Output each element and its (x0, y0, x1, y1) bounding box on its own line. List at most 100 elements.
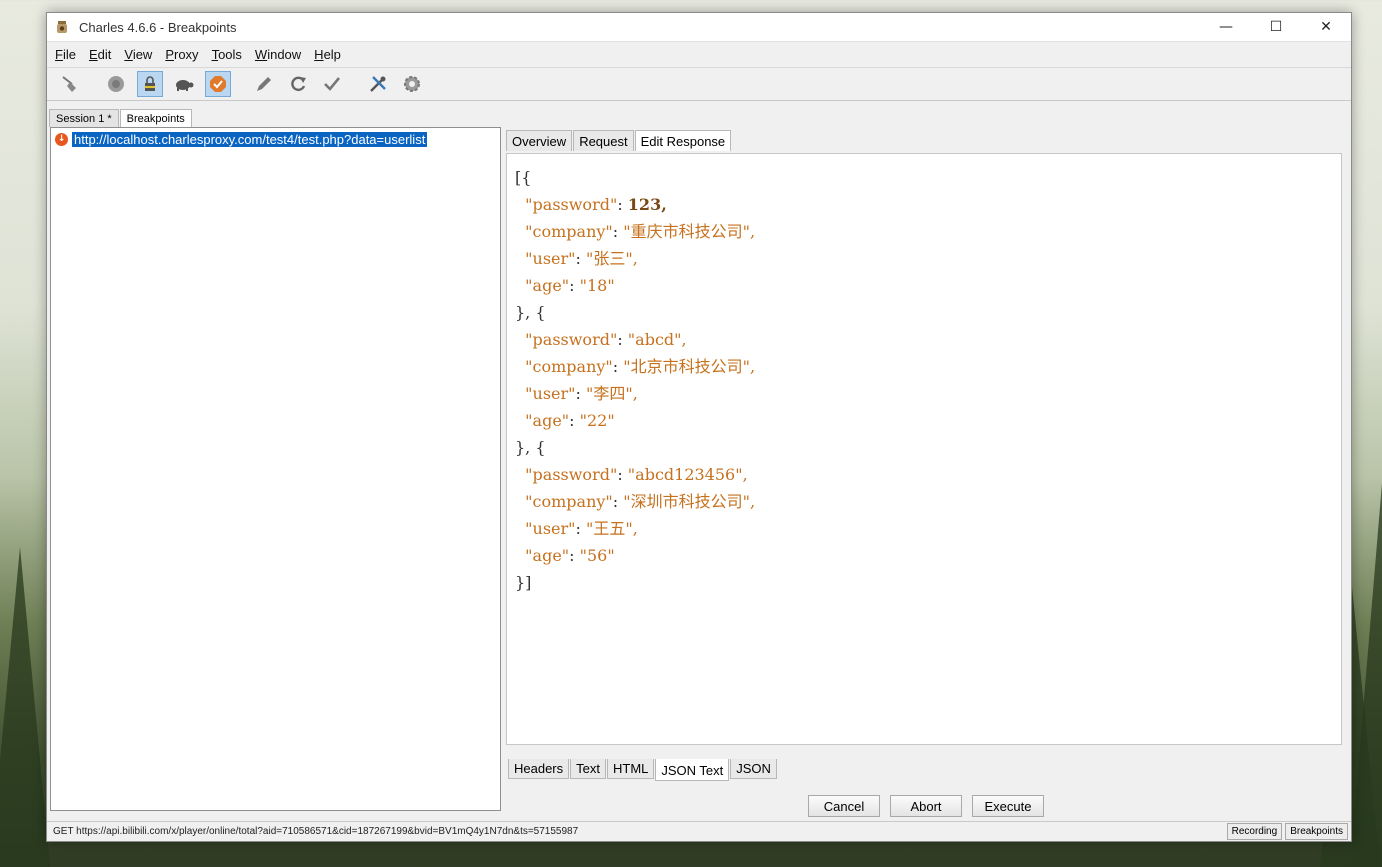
broom-icon[interactable] (57, 71, 83, 97)
response-editor-panel: Overview Request Edit Response [{ "passw… (504, 127, 1348, 817)
json-value: "56" (579, 546, 615, 565)
tab-json-text[interactable]: JSON Text (655, 759, 730, 781)
status-text: GET https://api.bilibili.com/x/player/on… (53, 826, 579, 837)
breakpoint-list-panel: ↓ http://localhost.charlesproxy.com/test… (50, 127, 501, 811)
json-key: "user" (525, 249, 576, 268)
json-colon: : (617, 465, 628, 484)
refresh-icon[interactable] (285, 71, 311, 97)
json-line: "age": "56" (515, 542, 1333, 569)
json-object-separator: }, { (515, 303, 546, 322)
menu-edit[interactable]: Edit (89, 47, 111, 62)
recording-status-button[interactable]: Recording (1226, 823, 1283, 840)
menu-help[interactable]: Help (314, 47, 341, 62)
tab-request[interactable]: Request (573, 130, 634, 151)
breakpoint-list-item[interactable]: ↓ http://localhost.charlesproxy.com/test… (51, 130, 500, 148)
tab-text[interactable]: Text (570, 759, 606, 779)
charles-jar-icon (55, 20, 69, 34)
json-value: "重庆市科技公司", (623, 222, 756, 241)
tools-icon[interactable] (365, 71, 391, 97)
json-line: "user": "李四", (515, 380, 1333, 407)
breakpoints-icon[interactable] (205, 71, 231, 97)
json-line: "company": "北京市科技公司", (515, 353, 1333, 380)
json-key: "company" (525, 357, 613, 376)
menu-file[interactable]: File (55, 47, 76, 62)
json-value: "王五", (586, 519, 638, 538)
window-controls: — ☐ ✕ (1201, 13, 1351, 41)
json-key: "age" (525, 276, 570, 295)
json-colon: : (612, 357, 624, 376)
breakpoints-status-button[interactable]: Breakpoints (1285, 823, 1348, 840)
json-key: "password" (525, 465, 618, 484)
json-key: "user" (525, 384, 576, 403)
menu-view[interactable]: View (124, 47, 152, 62)
json-colon: : (617, 330, 628, 349)
json-value: "张三", (586, 249, 638, 268)
check-icon[interactable] (319, 71, 345, 97)
json-key: "age" (525, 411, 570, 430)
throttle-lock-icon[interactable] (137, 71, 163, 97)
json-value: "深圳市科技公司", (623, 492, 756, 511)
json-line: "company": "重庆市科技公司", (515, 218, 1333, 245)
json-key: "age" (525, 546, 570, 565)
json-line: "user": "张三", (515, 245, 1333, 272)
json-line: "password": 123, (515, 191, 1333, 218)
json-colon: : (575, 384, 587, 403)
json-line: "user": "王五", (515, 515, 1333, 542)
json-colon: : (612, 222, 624, 241)
json-value: "22" (579, 411, 615, 430)
json-value: "abcd", (627, 330, 687, 349)
json-value: 123, (627, 195, 667, 214)
pen-icon[interactable] (251, 71, 277, 97)
json-colon: : (575, 519, 587, 538)
maximize-button[interactable]: ☐ (1251, 13, 1301, 41)
close-button[interactable]: ✕ (1301, 13, 1351, 41)
tab-session-1[interactable]: Session 1 * (49, 109, 119, 127)
json-line: "age": "22" (515, 407, 1333, 434)
execute-button[interactable]: Execute (972, 795, 1044, 817)
json-value: "北京市科技公司", (623, 357, 756, 376)
record-icon[interactable] (103, 71, 129, 97)
json-value: "18" (579, 276, 615, 295)
background-tree (0, 547, 50, 867)
cancel-button[interactable]: Cancel (808, 795, 880, 817)
menu-proxy[interactable]: Proxy (165, 47, 198, 62)
menu-bar: File Edit View Proxy Tools Window Help (47, 41, 1351, 67)
json-text-editor[interactable]: [{ "password": 123, "company": "重庆市科技公司"… (506, 153, 1342, 745)
breakpoint-url[interactable]: http://localhost.charlesproxy.com/test4/… (72, 131, 428, 147)
abort-button[interactable]: Abort (890, 795, 962, 817)
view-tab-strip: Headers Text HTML JSON Text JSON (508, 759, 778, 781)
json-key: "user" (525, 519, 576, 538)
json-key: "company" (525, 222, 613, 241)
turtle-icon[interactable] (171, 71, 197, 97)
menu-tools[interactable]: Tools (212, 47, 242, 62)
tab-breakpoints[interactable]: Breakpoints (119, 109, 192, 127)
toolbar (47, 67, 1351, 101)
json-colon: : (569, 276, 580, 295)
json-object-separator: }, { (515, 438, 546, 457)
json-value: "李四", (586, 384, 638, 403)
tab-headers[interactable]: Headers (508, 759, 570, 779)
tab-edit-response[interactable]: Edit Response (634, 130, 732, 151)
json-line: "age": "18" (515, 272, 1333, 299)
json-line: "company": "深圳市科技公司", (515, 488, 1333, 515)
json-close-bracket: }] (515, 573, 532, 592)
json-key: "company" (525, 492, 613, 511)
gear-icon[interactable] (399, 71, 425, 97)
minimize-button[interactable]: — (1201, 13, 1251, 41)
breakpoint-actions: Cancel Abort Execute (504, 795, 1348, 817)
request-tab-strip: Overview Request Edit Response (504, 127, 1348, 151)
tab-html[interactable]: HTML (606, 759, 655, 779)
json-line: "password": "abcd123456", (515, 461, 1333, 488)
json-colon: : (612, 492, 624, 511)
json-key: "password" (525, 195, 618, 214)
json-line: "password": "abcd", (515, 326, 1333, 353)
tab-overview[interactable]: Overview (506, 130, 573, 151)
tab-json[interactable]: JSON (730, 759, 777, 779)
json-value: "abcd123456", (627, 465, 748, 484)
json-key: "password" (525, 330, 618, 349)
json-colon: : (569, 546, 580, 565)
title-bar: Charles 4.6.6 - Breakpoints — ☐ ✕ (47, 13, 1351, 41)
window-title: Charles 4.6.6 - Breakpoints (79, 19, 237, 35)
menu-window[interactable]: Window (255, 47, 301, 62)
json-colon: : (569, 411, 580, 430)
